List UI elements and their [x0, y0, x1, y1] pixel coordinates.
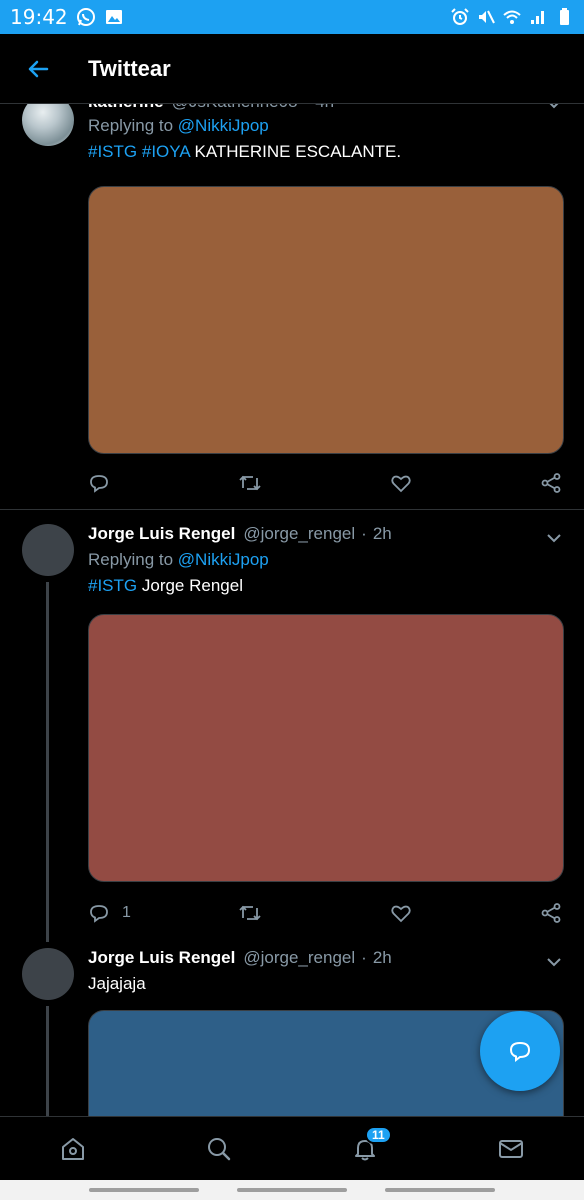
- author-handle: @jorge_rengel: [243, 948, 356, 967]
- author-name[interactable]: Jorge Luis Rengel: [88, 524, 235, 544]
- like-button[interactable]: [390, 468, 412, 498]
- replying-mention[interactable]: @NikkiJpop: [178, 116, 269, 135]
- author-name[interactable]: katherine: [88, 104, 164, 112]
- hashtag[interactable]: #ISTG: [88, 576, 137, 595]
- reply-icon: [90, 905, 108, 923]
- recent-apps-bar[interactable]: [89, 1188, 199, 1192]
- thread-line: [46, 582, 49, 942]
- compose-reply-icon: [509, 1041, 531, 1062]
- tweet-text: #ISTG #IOYA KATHERINE ESCALANTE.: [88, 142, 401, 162]
- hashtag[interactable]: #IOYA: [142, 142, 190, 161]
- like-button[interactable]: [390, 898, 412, 928]
- status-time: 19:42: [10, 5, 68, 29]
- back-button[interactable]: [18, 49, 58, 89]
- avatar[interactable]: [22, 104, 74, 146]
- tweet-text: #ISTG Jorge Rengel: [88, 576, 243, 596]
- tweet-body: Jajajaja: [88, 974, 146, 993]
- reply-button[interactable]: [88, 468, 110, 498]
- retweet-button[interactable]: [238, 898, 262, 928]
- avatar[interactable]: [22, 948, 74, 1000]
- share-icon: [541, 903, 561, 923]
- share-button[interactable]: [540, 468, 562, 498]
- chevron-down-icon[interactable]: [544, 104, 564, 114]
- wifi-icon: [502, 7, 522, 27]
- compose-reply-button[interactable]: [480, 1011, 560, 1091]
- separator-dot: ·: [361, 948, 367, 967]
- arrow-left-icon: [28, 60, 49, 77]
- tweet-time: 2h: [372, 524, 392, 543]
- nav-messages[interactable]: [481, 1124, 541, 1174]
- notification-badge: 11: [365, 1125, 392, 1144]
- home-bar[interactable]: [237, 1188, 347, 1192]
- author-name[interactable]: Jorge Luis Rengel: [88, 948, 235, 968]
- tweet-time: 2h: [372, 948, 392, 967]
- replying-mention[interactable]: @NikkiJpop: [178, 550, 269, 569]
- battery-icon: [554, 7, 574, 27]
- replying-to: Replying to @NikkiJpop: [88, 550, 269, 570]
- page-title: Twittear: [88, 55, 171, 81]
- tweet-media[interactable]: [88, 186, 564, 454]
- heart-icon: [391, 475, 411, 493]
- thread-line: [46, 1006, 49, 1116]
- tweet-body: KATHERINE ESCALANTE.: [194, 142, 402, 161]
- mute-icon: [476, 7, 496, 27]
- back-bar[interactable]: [385, 1188, 495, 1192]
- heart-icon: [391, 905, 411, 923]
- avatar[interactable]: [22, 524, 74, 576]
- tweet-time: 4h: [315, 104, 334, 112]
- separator-dot: ·: [304, 104, 310, 112]
- tweet-2[interactable]: Jorge Luis Rengel @jorge_rengel · 2h Rep…: [0, 510, 584, 942]
- replying-prefix: Replying to: [88, 550, 178, 569]
- tweet-media[interactable]: [88, 614, 564, 882]
- status-bar: 19:42: [0, 0, 584, 34]
- home-icon: [62, 1137, 84, 1160]
- author-handle: @jorge_rengel: [243, 524, 356, 543]
- whatsapp-icon: [76, 7, 96, 27]
- image-icon: [104, 7, 124, 27]
- reply-count: 1: [122, 904, 131, 921]
- author-handle: @JsKatherine08: [172, 104, 298, 112]
- system-gesture-bar: [0, 1180, 584, 1200]
- signal-icon: [528, 7, 548, 27]
- tweet-feed[interactable]: katherine @JsKatherine08 · 4h Replying t…: [0, 104, 584, 1116]
- separator-dot: ·: [361, 524, 367, 543]
- share-icon: [541, 473, 561, 493]
- replying-to: Replying to @NikkiJpop: [88, 116, 269, 136]
- retweet-icon: [239, 905, 261, 921]
- nav-home[interactable]: [43, 1124, 103, 1174]
- alarm-icon: [450, 7, 470, 27]
- tweet-text: Jajajaja: [88, 974, 146, 994]
- app-bar: Twittear: [0, 34, 584, 104]
- retweet-button[interactable]: [238, 468, 262, 498]
- messages-icon: [499, 1139, 523, 1158]
- bottom-nav: 11: [0, 1116, 584, 1180]
- tweet-body: Jorge Rengel: [141, 576, 243, 595]
- tweet-1[interactable]: katherine @JsKatherine08 · 4h Replying t…: [0, 104, 584, 510]
- replying-prefix: Replying to: [88, 116, 178, 135]
- hashtag[interactable]: #ISTG: [88, 142, 137, 161]
- chevron-down-icon[interactable]: [544, 952, 564, 972]
- reply-icon: [90, 475, 108, 493]
- nav-notifications[interactable]: 11: [335, 1124, 395, 1174]
- share-button[interactable]: [540, 898, 562, 928]
- search-icon: [208, 1137, 231, 1160]
- tweet-actions: 1: [88, 898, 564, 928]
- retweet-icon: [239, 475, 261, 491]
- reply-button[interactable]: 1: [88, 898, 131, 928]
- tweet-actions: [88, 468, 564, 498]
- chevron-down-icon[interactable]: [544, 528, 564, 548]
- nav-search[interactable]: [189, 1124, 249, 1174]
